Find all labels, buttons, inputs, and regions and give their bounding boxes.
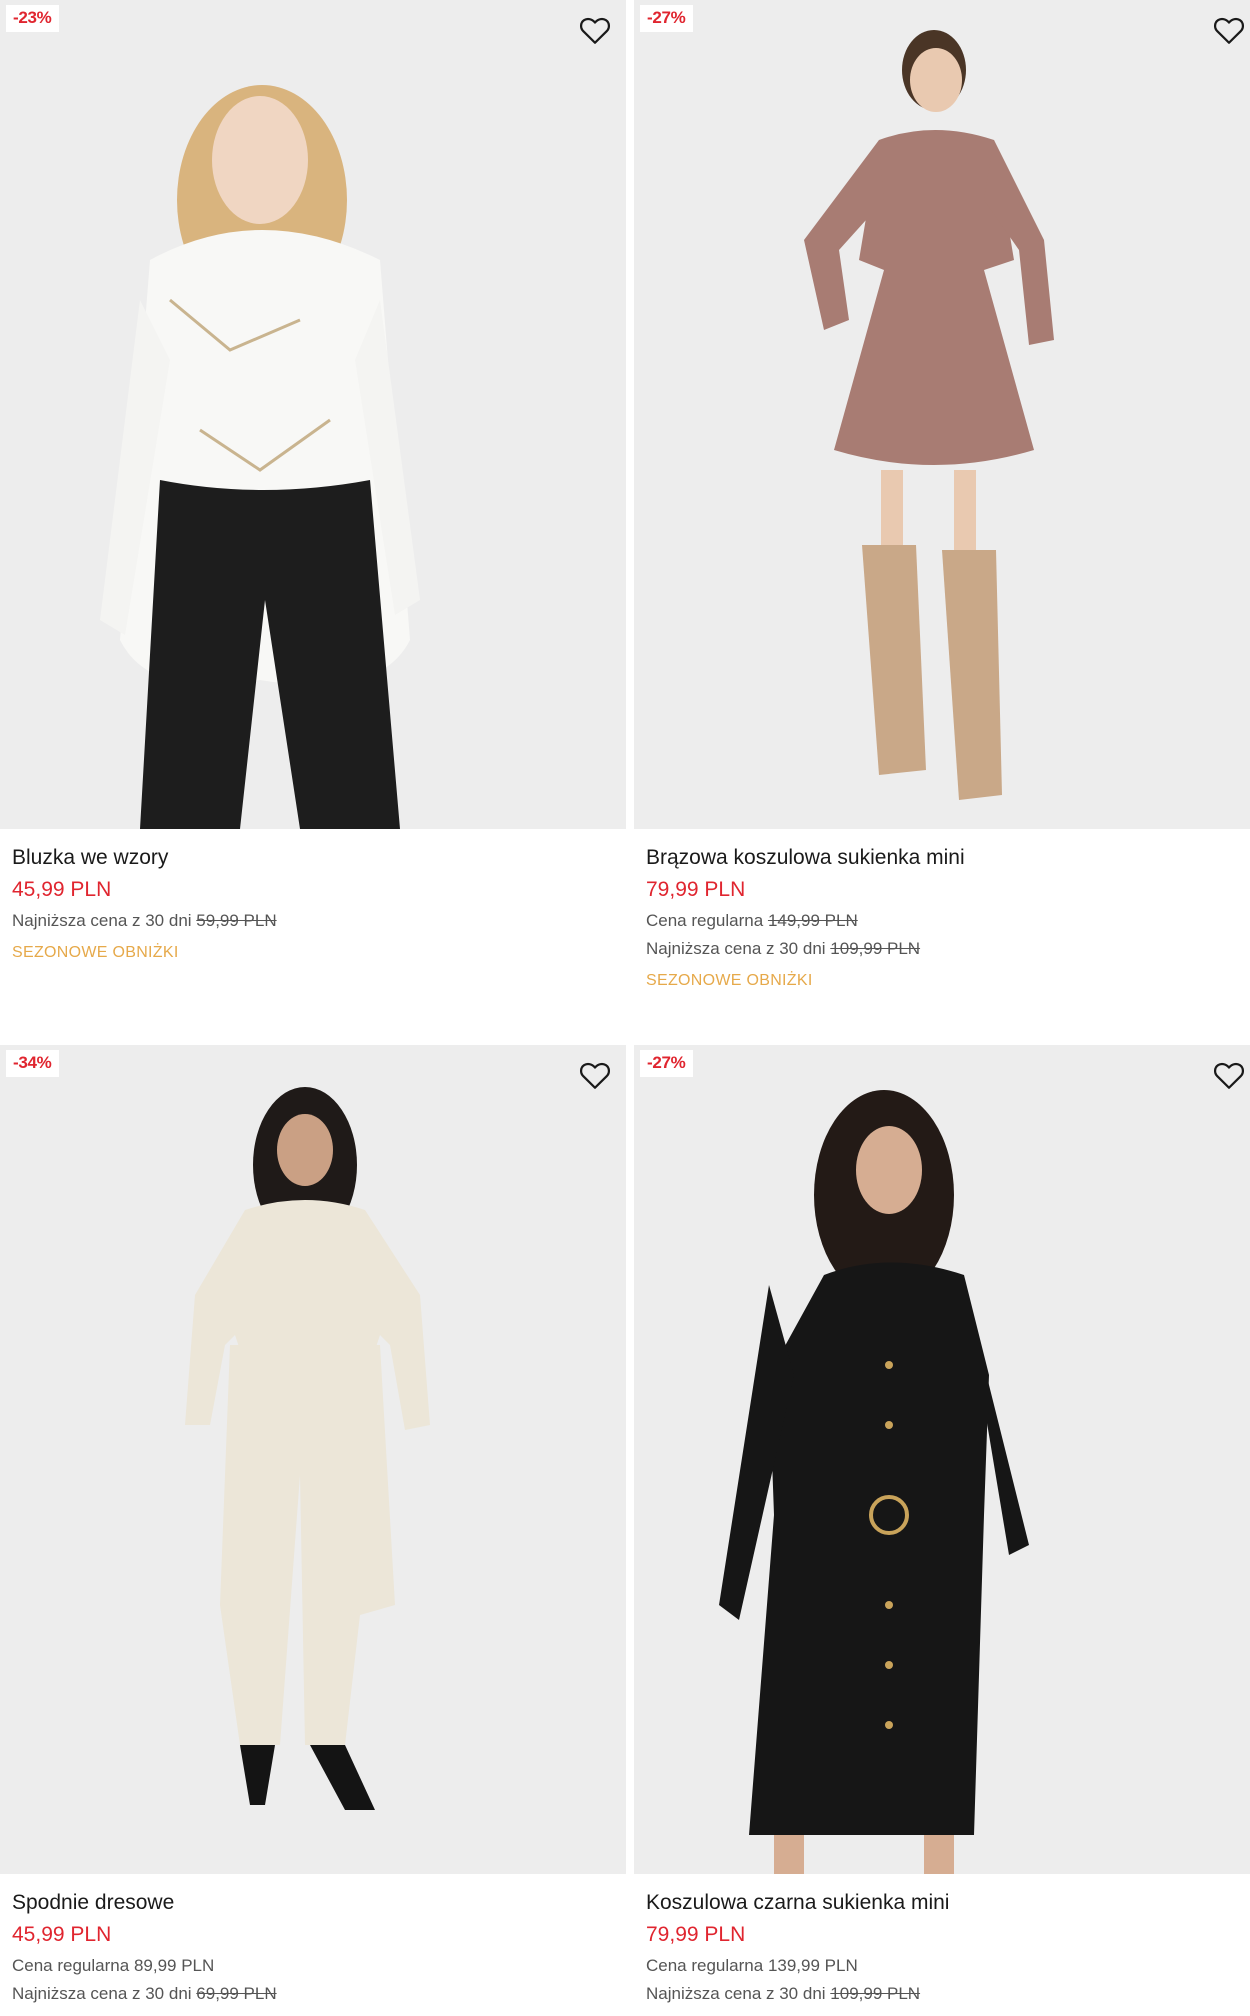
regular-price-label: Cena regularna xyxy=(646,911,764,930)
heart-icon[interactable] xyxy=(576,1057,614,1093)
product-photo-brown-dress xyxy=(634,0,1250,829)
heart-icon[interactable] xyxy=(1210,12,1248,48)
regular-price-label: Cena regularna xyxy=(12,1956,130,1975)
lowest-price-note: Najniższa cena z 30 dni 109,99 PLN xyxy=(646,1984,1250,2004)
product-photo-black-dress xyxy=(634,1045,1250,1874)
lowest-price-value: 109,99 PLN xyxy=(830,1984,921,2003)
lowest-price-value: 59,99 PLN xyxy=(196,911,277,930)
regular-price-value: 139,99 PLN xyxy=(767,1956,858,1975)
product-image[interactable]: -27% xyxy=(634,0,1250,829)
lowest-price-label: Najniższa cena z 30 dni xyxy=(12,1984,192,2003)
product-price: 79,99 PLN xyxy=(646,878,746,901)
product-photo-blouse xyxy=(0,0,626,829)
lowest-price-note: Najniższa cena z 30 dni 69,99 PLN xyxy=(12,1984,626,2004)
product-card[interactable]: -27% Brązowa koszulowa sukienka mini 79,… xyxy=(634,0,1250,991)
lowest-price-label: Najniższa cena z 30 dni xyxy=(646,1984,826,2003)
regular-price-note: Cena regularna 139,99 PLN xyxy=(646,1956,1250,1976)
promo-label: SEZONOWE OBNIŻKI xyxy=(646,972,813,989)
lowest-price-note: Najniższa cena z 30 dni 59,99 PLN xyxy=(12,911,626,931)
regular-price-label: Cena regularna xyxy=(646,1956,764,1975)
product-name[interactable]: Koszulowa czarna sukienka mini xyxy=(646,1891,1250,1915)
product-card[interactable]: -23% Bluzka we wzory 45,99 PLN Najniższa… xyxy=(0,0,626,963)
heart-icon[interactable] xyxy=(576,12,614,48)
regular-price-value: 149,99 PLN xyxy=(767,911,858,930)
product-image[interactable]: -23% xyxy=(0,0,626,829)
product-card[interactable]: -34% Spodnie dresowe 45,99 PLN Cena regu… xyxy=(0,1045,626,2004)
lowest-price-value: 69,99 PLN xyxy=(196,1984,277,2003)
promo-label: SEZONOWE OBNIŻKI xyxy=(12,944,179,961)
product-name[interactable]: Brązowa koszulowa sukienka mini xyxy=(646,846,1250,870)
product-name[interactable]: Bluzka we wzory xyxy=(12,846,626,870)
discount-badge: -27% xyxy=(640,1050,693,1077)
product-price: 45,99 PLN xyxy=(12,1923,112,1946)
product-photo-sweatpants xyxy=(0,1045,626,1874)
lowest-price-note: Najniższa cena z 30 dni 109,99 PLN xyxy=(646,939,1250,959)
product-price: 79,99 PLN xyxy=(646,1923,746,1946)
product-image[interactable]: -34% xyxy=(0,1045,626,1874)
product-image[interactable]: -27% xyxy=(634,1045,1250,1874)
regular-price-note: Cena regularna 149,99 PLN xyxy=(646,911,1250,931)
discount-badge: -34% xyxy=(6,1050,59,1077)
discount-badge: -23% xyxy=(6,5,59,32)
regular-price-note: Cena regularna 89,99 PLN xyxy=(12,1956,626,1976)
regular-price-value: 89,99 PLN xyxy=(133,1956,215,1975)
heart-icon[interactable] xyxy=(1210,1057,1248,1093)
lowest-price-value: 109,99 PLN xyxy=(830,939,921,958)
discount-badge: -27% xyxy=(640,5,693,32)
product-card[interactable]: -27% Koszulowa czarna sukienka mini 79,9… xyxy=(634,1045,1250,2004)
product-price: 45,99 PLN xyxy=(12,878,112,901)
product-name[interactable]: Spodnie dresowe xyxy=(12,1891,626,1915)
lowest-price-label: Najniższa cena z 30 dni xyxy=(12,911,192,930)
lowest-price-label: Najniższa cena z 30 dni xyxy=(646,939,826,958)
